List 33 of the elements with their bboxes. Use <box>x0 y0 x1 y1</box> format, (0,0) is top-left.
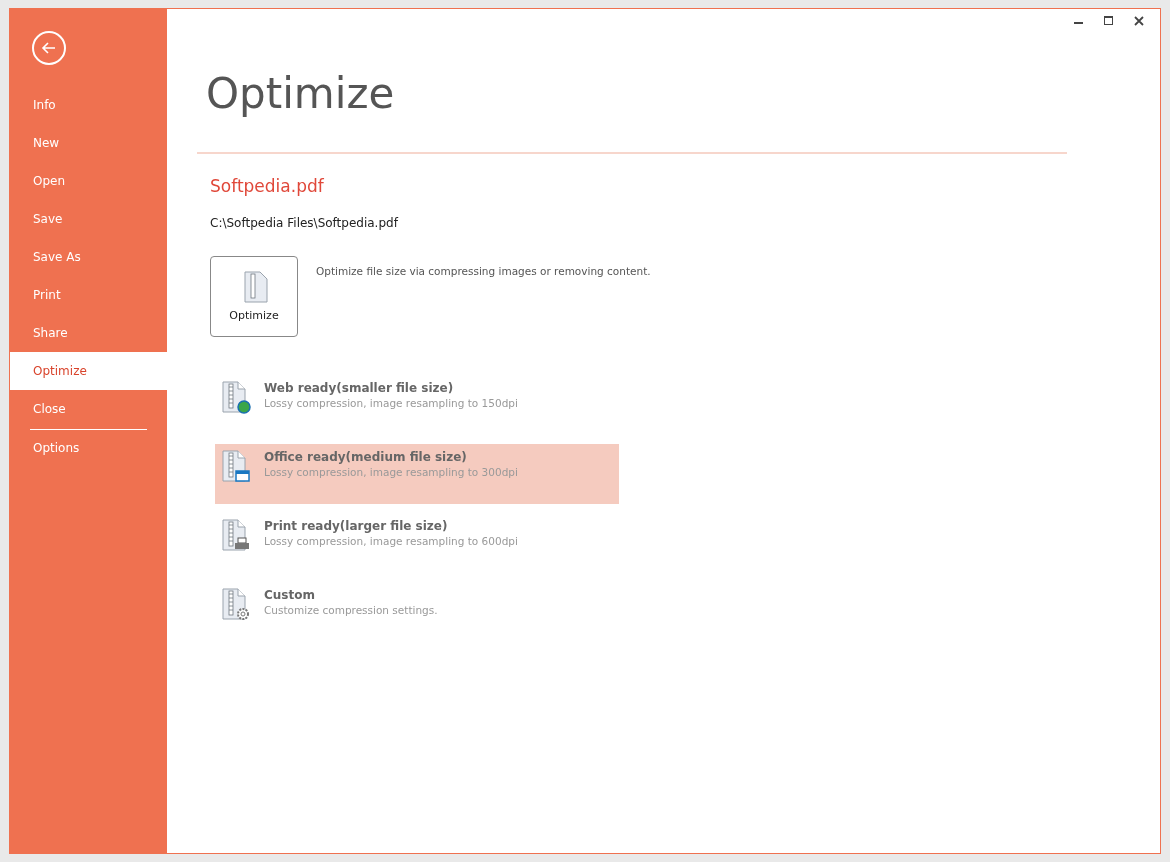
description-text: Optimize file size via compressing images or removing content. <box>316 265 651 279</box>
sidebar-item[interactable]: Save As <box>10 238 167 276</box>
file-path: C:\Softpedia Files\Softpedia.pdf <box>210 216 400 230</box>
option-title: Office ready(medium file size) <box>264 450 468 464</box>
sidebar-item[interactable]: Open <box>10 162 167 200</box>
file-name: Softpedia.pdf <box>210 176 325 196</box>
back-button[interactable] <box>32 31 66 65</box>
sidebar-item[interactable]: New <box>10 124 167 162</box>
zip-file-window-icon <box>221 450 251 484</box>
sidebar-item[interactable]: Share <box>10 314 167 352</box>
compression-option[interactable]: Custom Customize compression settings. <box>215 582 619 642</box>
optimize-button[interactable]: Optimize <box>210 256 298 337</box>
sidebar-item[interactable]: Save <box>10 200 167 238</box>
sidebar-item[interactable]: Optimize <box>10 352 167 390</box>
option-subtitle: Lossy compression, image resampling to 150dpi <box>264 397 518 409</box>
option-title: Web ready(smaller file size) <box>264 381 455 395</box>
option-title: Print ready(larger file size) <box>264 519 449 533</box>
zip-file-globe-icon <box>221 381 251 415</box>
page-title: Optimize <box>206 69 396 118</box>
compression-option[interactable]: Office ready(medium file size) Lossy compression, image resampling to 300dpi <box>215 444 619 504</box>
option-subtitle: Lossy compression, image resampling to 600dpi <box>264 535 518 547</box>
compression-option[interactable]: Web ready(smaller file size) Lossy compression, image resampling to 150dpi <box>215 375 619 435</box>
zip-file-printer-icon <box>221 519 251 553</box>
option-subtitle: Customize compression settings. <box>264 604 438 616</box>
compression-option[interactable]: Print ready(larger file size) Lossy compression, image resampling to 600dpi <box>215 513 619 573</box>
zip-file-gear-icon <box>221 588 251 622</box>
sidebar-item[interactable]: Close <box>10 390 167 428</box>
close-icon <box>1134 16 1144 26</box>
option-subtitle: Lossy compression, image resampling to 300dpi <box>264 466 518 478</box>
sidebar-item[interactable]: Info <box>10 86 167 124</box>
option-title: Custom <box>264 588 316 602</box>
sidebar-item[interactable]: Print <box>10 276 167 314</box>
maximize-icon <box>1104 16 1114 26</box>
